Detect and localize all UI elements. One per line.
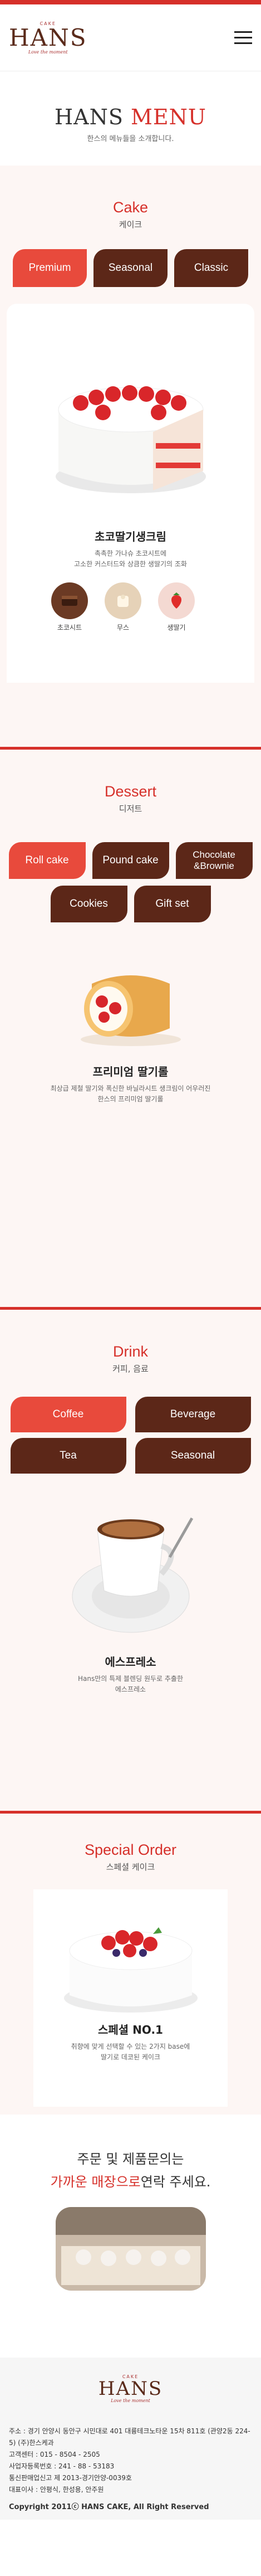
drink-product[interactable]: 에스프레소 Hans만의 특제 블렌딩 원두로 추출한 에스프레소 <box>0 1496 261 1694</box>
contact-line-2: 가까운 매장으로연락 주세요. <box>0 2171 261 2190</box>
cake-product-name: 초코딸기생크림 <box>95 530 166 543</box>
drink-product-desc: Hans만의 특제 블렌딩 원두로 추출한 에스프레소 <box>0 1674 261 1694</box>
tab-chocolate-brownie[interactable]: Chocolate &Brownie <box>175 842 253 879</box>
strawberry-cake-image <box>55 385 206 493</box>
contact-rest: 연락 주세요. <box>140 2174 211 2190</box>
special-cake-image <box>63 1927 198 2013</box>
tab-gift-set[interactable]: Gift set <box>134 886 211 922</box>
tab-classic[interactable]: Classic <box>174 249 248 287</box>
footer-biz-no: 사업자등록번호 : 241 - 88 - 53183 <box>9 2462 115 2470</box>
cake-product-card[interactable]: 초코딸기생크림 촉촉한 가나슈 초코시트에 고소한 커스터드와 상큼한 생딸기의… <box>7 304 254 683</box>
contact-accent: 가까운 매장으로 <box>50 2174 141 2190</box>
chocolate-sheet-icon <box>51 582 88 620</box>
special-desc-line-2: 딸기로 데코된 케이크 <box>101 2053 160 2061</box>
special-section: Special Order 스페셜 케이크 스페셜 NO.1 취향에 맞게 선택… <box>0 1814 261 2115</box>
brand-logo[interactable]: CAKE HANS Love the moment <box>9 21 87 55</box>
tab-pound-cake[interactable]: Pound cake <box>92 842 169 879</box>
ingredient-chocolate-sheet: 초코시트 <box>51 582 88 632</box>
special-product-desc: 취향에 맞게 선택할 수 있는 2가지 base에 딸기로 데코된 케이크 <box>45 2042 216 2062</box>
logo-name: HANS <box>9 23 87 51</box>
ingredient-label: 무스 <box>116 624 130 632</box>
strawberry-roll-image <box>80 975 181 1046</box>
dessert-title: Dessert 디저트 <box>0 783 261 814</box>
ingredient-label: 초코시트 <box>57 624 82 632</box>
ingredient-mousse: 무스 <box>105 582 141 632</box>
drink-tabs: Coffee Beverage <box>0 1397 261 1432</box>
tab-seasonal[interactable]: Seasonal <box>93 249 168 287</box>
drink-title: Drink 커피, 음료 <box>0 1343 261 1374</box>
cake-product-desc: 촉촉한 가나슈 초코시트에 고소한 커스터드와 상큼한 생딸기의 조화 <box>18 548 243 569</box>
tab-tea[interactable]: Tea <box>10 1438 126 1474</box>
dessert-product[interactable]: 프리미엄 딸기롤 최상급 제철 딸기와 폭신한 바닐라시트 생크림이 어우러진 … <box>0 961 261 1104</box>
special-title-ko: 스페셜 케이크 <box>106 1862 155 1872</box>
cake-tabs: Premium Seasonal Classic <box>0 249 261 287</box>
tab-premium[interactable]: Premium <box>13 249 87 287</box>
title-accent: MENU <box>131 105 206 129</box>
footer-copyright: Copyright 2011ⓒ HANS CAKE, All Right Res… <box>9 2503 209 2511</box>
special-title: Special Order 스페셜 케이크 <box>0 1841 261 1873</box>
contact-line-1: 주문 및 제품문의는 <box>77 2151 184 2167</box>
drink-section: Drink 커피, 음료 Coffee Beverage Tea Seasona… <box>0 1310 261 1814</box>
site-footer: CAKE HANS Love the moment 주소 : 경기 안양시 동안… <box>0 2358 261 2520</box>
logo-tagline: Love the moment <box>28 49 68 55</box>
site-header: CAKE HANS Love the moment <box>0 4 261 71</box>
hero: HANS MENU 한스의 메뉴들을 소개합니다. <box>0 71 261 166</box>
dessert-product-name: 프리미엄 딸기롤 <box>92 1065 169 1078</box>
dessert-tabs: Roll cake Pound cake Chocolate &Brownie <box>0 842 261 879</box>
page-title: HANS MENU <box>0 105 261 129</box>
footer-mail-order: 통신판매업신고 제 2013-경기안양-0039호 <box>9 2474 132 2482</box>
ingredient-label: 생딸기 <box>167 624 186 632</box>
store-photo[interactable] <box>55 2207 206 2291</box>
ingredient-icons: 초코시트 무스 생딸기 <box>18 582 243 632</box>
footer-logo-tagline: Love the moment <box>111 2398 150 2403</box>
footer-logo: CAKE HANS Love the moment <box>9 2374 252 2403</box>
dessert-tabs-row-2: Cookies Gift set <box>0 886 261 922</box>
dessert-section: Dessert 디저트 Roll cake Pound cake Chocola… <box>0 750 261 1310</box>
footer-address: 주소 : 경기 안양시 동안구 시민대로 401 대륭테크노타운 15차 811… <box>9 2427 250 2447</box>
top-accent-bar <box>0 0 261 4</box>
cake-title-en: Cake <box>112 199 149 216</box>
tab-beverage[interactable]: Beverage <box>135 1397 251 1432</box>
page-subtitle: 한스의 메뉴들을 소개합니다. <box>87 135 174 143</box>
tab-seasonal-drink[interactable]: Seasonal <box>135 1438 251 1474</box>
menu-hamburger-icon[interactable] <box>234 31 252 44</box>
dessert-desc-line-1: 최상급 제철 딸기와 폭신한 바닐라시트 생크림이 어우러진 <box>50 1085 211 1092</box>
ingredient-strawberry: 생딸기 <box>158 582 195 632</box>
footer-ceo: 대표이사 : 안평식, 한성용, 안주원 <box>9 2486 104 2494</box>
dessert-title-en: Dessert <box>104 783 157 800</box>
drink-title-ko: 커피, 음료 <box>112 1364 149 1374</box>
mousse-icon <box>105 582 141 620</box>
special-product-card[interactable]: 스페셜 NO.1 취향에 맞게 선택할 수 있는 2가지 base에 딸기로 데… <box>33 1889 228 2107</box>
drink-desc-line-1: Hans만의 특제 블렌딩 원두로 추출한 <box>77 1675 183 1683</box>
tab-coffee[interactable]: Coffee <box>10 1397 126 1432</box>
dessert-desc-line-2: 한스의 프리미엄 딸기롤 <box>97 1095 164 1103</box>
dessert-title-ko: 디저트 <box>119 804 142 814</box>
cake-title: Cake 케이크 <box>0 199 261 230</box>
footer-phone: 고객센터 : 015 - 8504 - 2505 <box>9 2451 100 2458</box>
title-main: HANS <box>55 105 124 129</box>
drink-desc-line-2: 에스프레소 <box>115 1685 146 1693</box>
tab-cookies[interactable]: Cookies <box>50 886 127 922</box>
cake-title-ko: 케이크 <box>119 220 142 230</box>
espresso-image <box>72 1517 193 1633</box>
cake-desc-line-1: 촉촉한 가나슈 초코시트에 <box>94 550 167 557</box>
cake-section: Cake 케이크 Premium Seasonal Classic 초코딸기생크… <box>0 166 261 750</box>
special-title-en: Special Order <box>84 1841 177 1858</box>
special-desc-line-1: 취향에 맞게 선택할 수 있는 2가지 base에 <box>71 2043 190 2050</box>
contact-section: 주문 및 제품문의는 가까운 매장으로연락 주세요. <box>0 2115 261 2313</box>
cake-desc-line-2: 고소한 커스터드와 상큼한 생딸기의 조화 <box>74 560 187 568</box>
dessert-product-desc: 최상급 제철 딸기와 폭신한 바닐라시트 생크림이 어우러진 한스의 프리미엄 … <box>0 1083 261 1104</box>
strawberry-icon <box>158 582 195 620</box>
drink-title-en: Drink <box>112 1343 148 1360</box>
special-product-name: 스페셜 NO.1 <box>98 2023 163 2037</box>
footer-logo-name: HANS <box>98 2378 163 2400</box>
drink-product-name: 에스프레소 <box>105 1655 156 1669</box>
drink-tabs-row-2: Tea Seasonal <box>0 1438 261 1474</box>
tab-roll-cake[interactable]: Roll cake <box>8 842 86 879</box>
